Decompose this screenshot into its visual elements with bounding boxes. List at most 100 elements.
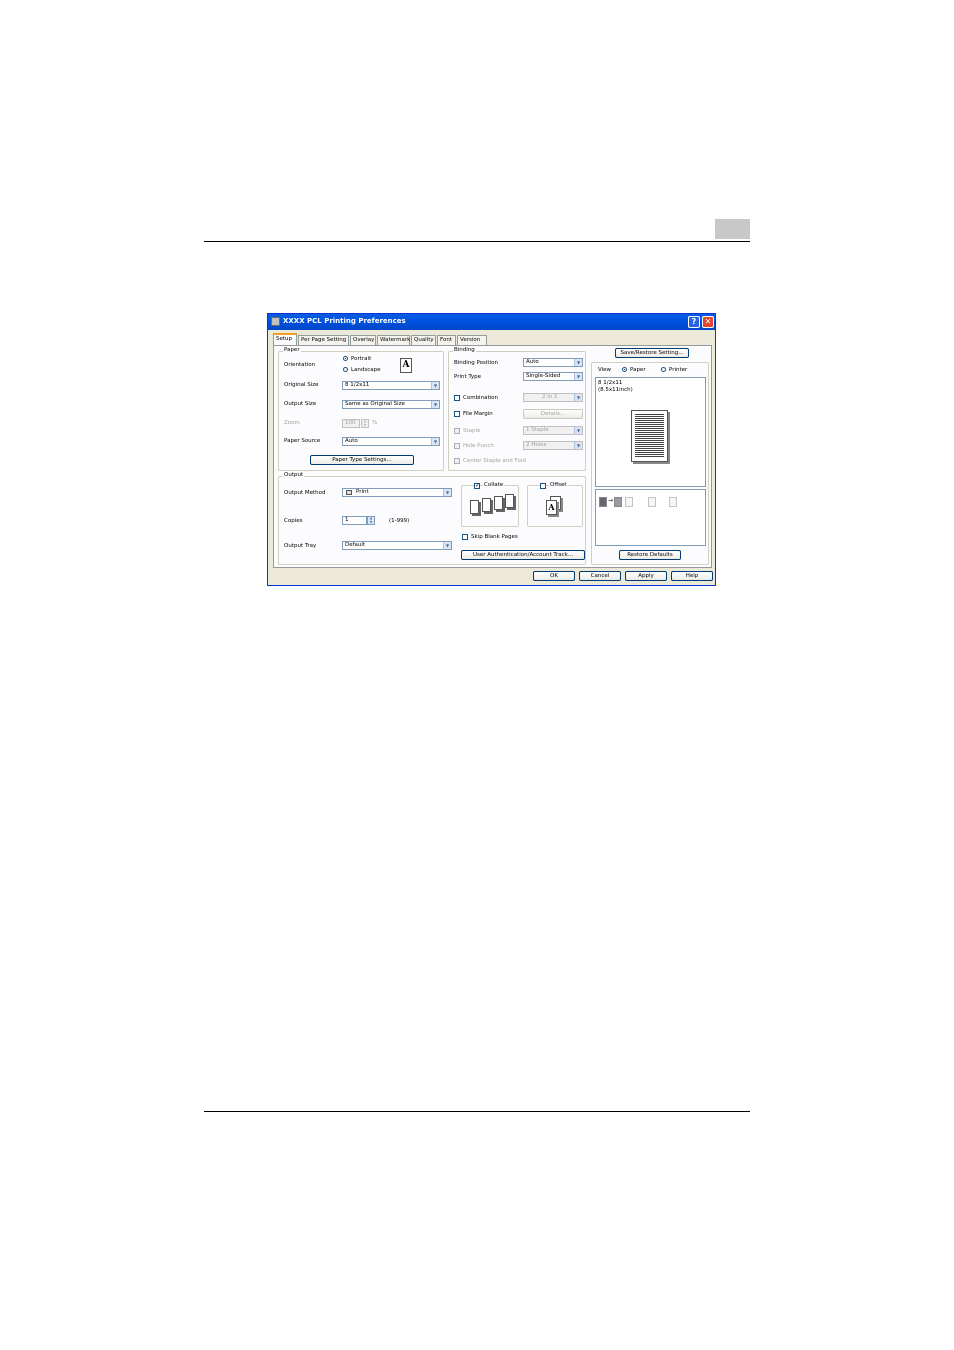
binding-position-label: Binding Position	[454, 360, 498, 366]
window-title: XXXX PCL Printing Preferences	[283, 317, 406, 325]
copies-input[interactable]: 1	[342, 516, 367, 525]
chevron-down-icon: ▼	[431, 382, 439, 389]
help-button[interactable]: Help	[671, 571, 713, 581]
tab-version[interactable]: Version	[457, 335, 487, 345]
collate-box: ✓ Collate	[461, 482, 519, 527]
cancel-button[interactable]: Cancel	[579, 571, 621, 581]
combination-checkbox[interactable]	[454, 395, 460, 401]
chevron-down-icon: ▼	[574, 427, 582, 434]
paper-source-select[interactable]: Auto ▼	[342, 437, 440, 446]
user-authentication-button[interactable]: User Authentication/Account Track...	[461, 550, 585, 560]
tray-icon	[614, 497, 622, 507]
output-size-label: Output Size	[284, 401, 317, 407]
chevron-down-icon: ▼	[431, 401, 439, 408]
output-tray-label: Output Tray	[284, 543, 317, 549]
output-size-value: Same as Original Size	[345, 401, 405, 407]
tab-quality[interactable]: Quality	[411, 335, 436, 345]
print-type-value: Single-Sided	[526, 373, 561, 379]
collate-checkbox[interactable]: ✓	[474, 483, 480, 489]
copies-label: Copies	[284, 518, 303, 524]
binding-group-title: Binding	[453, 347, 476, 353]
binding-position-value: Auto	[526, 359, 539, 365]
file-margin-label: File Margin	[463, 411, 493, 417]
output-group-title: Output	[283, 472, 305, 478]
details-button[interactable]: Details...	[523, 409, 583, 419]
skip-blank-label: Skip Blank Pages	[471, 534, 518, 540]
staple-select[interactable]: 1 Staple ▼	[523, 426, 583, 435]
collate-label: Collate	[483, 482, 505, 488]
offset-checkbox[interactable]	[540, 483, 546, 489]
finisher-icon	[625, 497, 633, 507]
output-method-value: Print	[356, 489, 369, 495]
hole-punch-label: Hole Punch	[463, 443, 494, 449]
original-size-label: Original Size	[284, 382, 319, 388]
print-type-label: Print Type	[454, 374, 482, 380]
restore-defaults-button[interactable]: Restore Defaults	[619, 550, 681, 560]
printer-preview: →	[595, 489, 706, 546]
paper-group: Paper Orientation Portrait Landscape A O…	[278, 347, 444, 471]
header-rule	[204, 241, 750, 242]
setup-panel: Paper Orientation Portrait Landscape A O…	[273, 345, 712, 568]
original-size-value: 8 1/2x11	[345, 382, 370, 388]
collate-page-icon	[494, 496, 503, 510]
tab-watermark[interactable]: Watermark	[377, 335, 410, 345]
zoom-label: Zoom	[284, 420, 300, 426]
portrait-radio[interactable]	[343, 356, 348, 361]
zoom-input[interactable]: 100	[342, 419, 360, 428]
landscape-label: Landscape	[351, 367, 381, 373]
view-label: View	[598, 367, 612, 373]
collate-page-icon	[482, 498, 491, 512]
ok-button[interactable]: OK	[533, 571, 575, 581]
close-icon[interactable]: ✕	[702, 316, 714, 328]
paper-source-label: Paper Source	[284, 438, 321, 444]
center-staple-label: Center Staple and Fold	[463, 458, 526, 464]
tab-per-page-setting[interactable]: Per Page Setting	[298, 335, 349, 345]
paper-type-settings-button[interactable]: Paper Type Settings...	[310, 455, 414, 465]
printer-icon	[599, 497, 607, 507]
title-bar[interactable]: XXXX PCL Printing Preferences ? ✕	[268, 314, 715, 330]
output-size-select[interactable]: Same as Original Size ▼	[342, 400, 440, 409]
printing-preferences-dialog: XXXX PCL Printing Preferences ? ✕ Setup …	[267, 313, 716, 586]
output-method-select[interactable]: Print ▼	[342, 488, 452, 497]
page-preview-icon	[631, 410, 668, 462]
hole-punch-select[interactable]: 2 Holes ▼	[523, 441, 583, 450]
output-method-label: Output Method	[284, 490, 326, 496]
view-paper-radio[interactable]	[622, 367, 627, 372]
option-icon	[669, 497, 677, 507]
file-margin-checkbox[interactable]	[454, 411, 460, 417]
header-box	[715, 219, 750, 239]
tab-font[interactable]: Font	[437, 335, 456, 345]
combination-label: Combination	[463, 395, 498, 401]
hole-punch-checkbox[interactable]	[454, 443, 460, 449]
skip-blank-checkbox[interactable]	[462, 534, 468, 540]
binding-group: Binding Binding Position Auto ▼ Print Typ…	[448, 347, 586, 471]
chevron-down-icon: ▼	[574, 394, 582, 401]
copies-spinner[interactable]: ▲ ▼	[367, 516, 375, 525]
original-size-select[interactable]: 8 1/2x11 ▼	[342, 381, 440, 390]
zoom-spinner[interactable]: ▲ ▼	[361, 419, 369, 428]
save-restore-setting-button[interactable]: Save/Restore Setting...	[615, 348, 689, 358]
portrait-page-icon: A	[400, 358, 412, 373]
paper-preview: 8 1/2x11 (8.5x11inch)	[595, 377, 706, 487]
footer-rule	[204, 1111, 750, 1112]
arrow-right-icon: →	[608, 497, 614, 504]
staple-checkbox[interactable]	[454, 428, 460, 434]
offset-page-icon: A	[546, 500, 557, 515]
landscape-radio[interactable]	[343, 367, 348, 372]
tab-overlay[interactable]: Overlay	[350, 335, 376, 345]
binding-position-select[interactable]: Auto ▼	[523, 358, 583, 367]
view-paper-label: Paper	[630, 367, 646, 373]
view-printer-radio[interactable]	[661, 367, 666, 372]
center-staple-checkbox[interactable]	[454, 458, 460, 464]
output-tray-select[interactable]: Default ▼	[342, 541, 452, 550]
apply-button[interactable]: Apply	[625, 571, 667, 581]
portrait-label: Portrait	[351, 356, 372, 362]
help-title-button[interactable]: ?	[688, 316, 700, 328]
offset-label: Offset	[549, 482, 568, 488]
combination-select[interactable]: 2 in 1 ▼	[523, 393, 583, 402]
print-icon	[346, 490, 352, 495]
staple-label: Staple	[463, 428, 481, 434]
zoom-unit: %	[372, 420, 378, 426]
print-type-select[interactable]: Single-Sided ▼	[523, 372, 583, 381]
chevron-down-icon: ▼	[574, 373, 582, 380]
